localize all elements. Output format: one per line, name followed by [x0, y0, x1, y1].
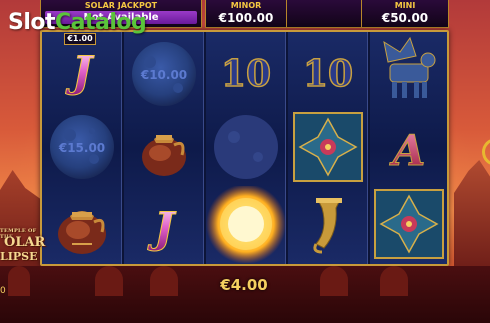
reel-3: 10 [206, 32, 286, 264]
minor-jackpot-panel: MINOR €100.00 [205, 0, 287, 28]
svg-text:J: J [147, 203, 177, 252]
svg-text:10: 10 [303, 53, 353, 95]
reels-grid: J €15.00 €10.00 J 10 10 A [40, 30, 449, 266]
minor-jackpot-value: €100.00 [218, 11, 274, 25]
moon-blank [206, 109, 286, 186]
ornament-tile-symbol [288, 109, 368, 186]
urn-symbol [124, 109, 204, 186]
minor-jackpot-title: MINOR [230, 1, 262, 10]
bottom-bar [0, 266, 490, 323]
reel-2: €10.00 J [124, 32, 204, 264]
reel-1: J €15.00 [42, 32, 122, 264]
reel-4: 10 [288, 32, 368, 264]
dome-decoration [8, 266, 30, 296]
watermark: SlotCatalog [8, 10, 147, 35]
win-amount: €4.00 [220, 276, 268, 294]
a-symbol: A [370, 109, 450, 186]
svg-text:J: J [65, 47, 95, 96]
dome-decoration [320, 266, 348, 296]
moon-coin: €10.00 [124, 32, 204, 109]
game-logo-line1: OLAR [4, 235, 46, 250]
game-logo: TEMPLE OF THE OLAR LIPSE [0, 226, 45, 266]
dome-decoration [380, 266, 408, 296]
mini-jackpot-panel: MINI €50.00 [361, 0, 449, 28]
svg-text:10: 10 [221, 53, 271, 95]
moon-coin: €15.00 [42, 109, 122, 186]
j-symbol: J [124, 186, 204, 263]
watermark-part2: Catalog [55, 10, 147, 35]
dome-decoration [95, 266, 123, 296]
reel-5: A [370, 32, 447, 264]
mini-jackpot-value: €50.00 [381, 11, 429, 25]
horn-symbol [288, 186, 368, 263]
ten-symbol: 10 [288, 32, 368, 109]
dome-decoration [150, 266, 178, 296]
urn-symbol [42, 186, 122, 263]
jackpot-bar-gap [287, 0, 361, 28]
mini-jackpot-title: MINI [394, 1, 416, 10]
svg-text:A: A [389, 126, 426, 175]
ten-symbol: 10 [206, 32, 286, 109]
watermark-part1: Slot [8, 10, 56, 35]
game-logo-line2: LIPSE [0, 250, 38, 263]
balance-fragment: 0 [0, 286, 6, 296]
moon-value-label: €10.00 [140, 68, 187, 82]
ornament-tile-symbol [370, 186, 450, 263]
winged-bull-symbol [370, 32, 450, 109]
moon-value-label: €15.00 [58, 141, 105, 155]
sun-wild-symbol [206, 184, 286, 264]
